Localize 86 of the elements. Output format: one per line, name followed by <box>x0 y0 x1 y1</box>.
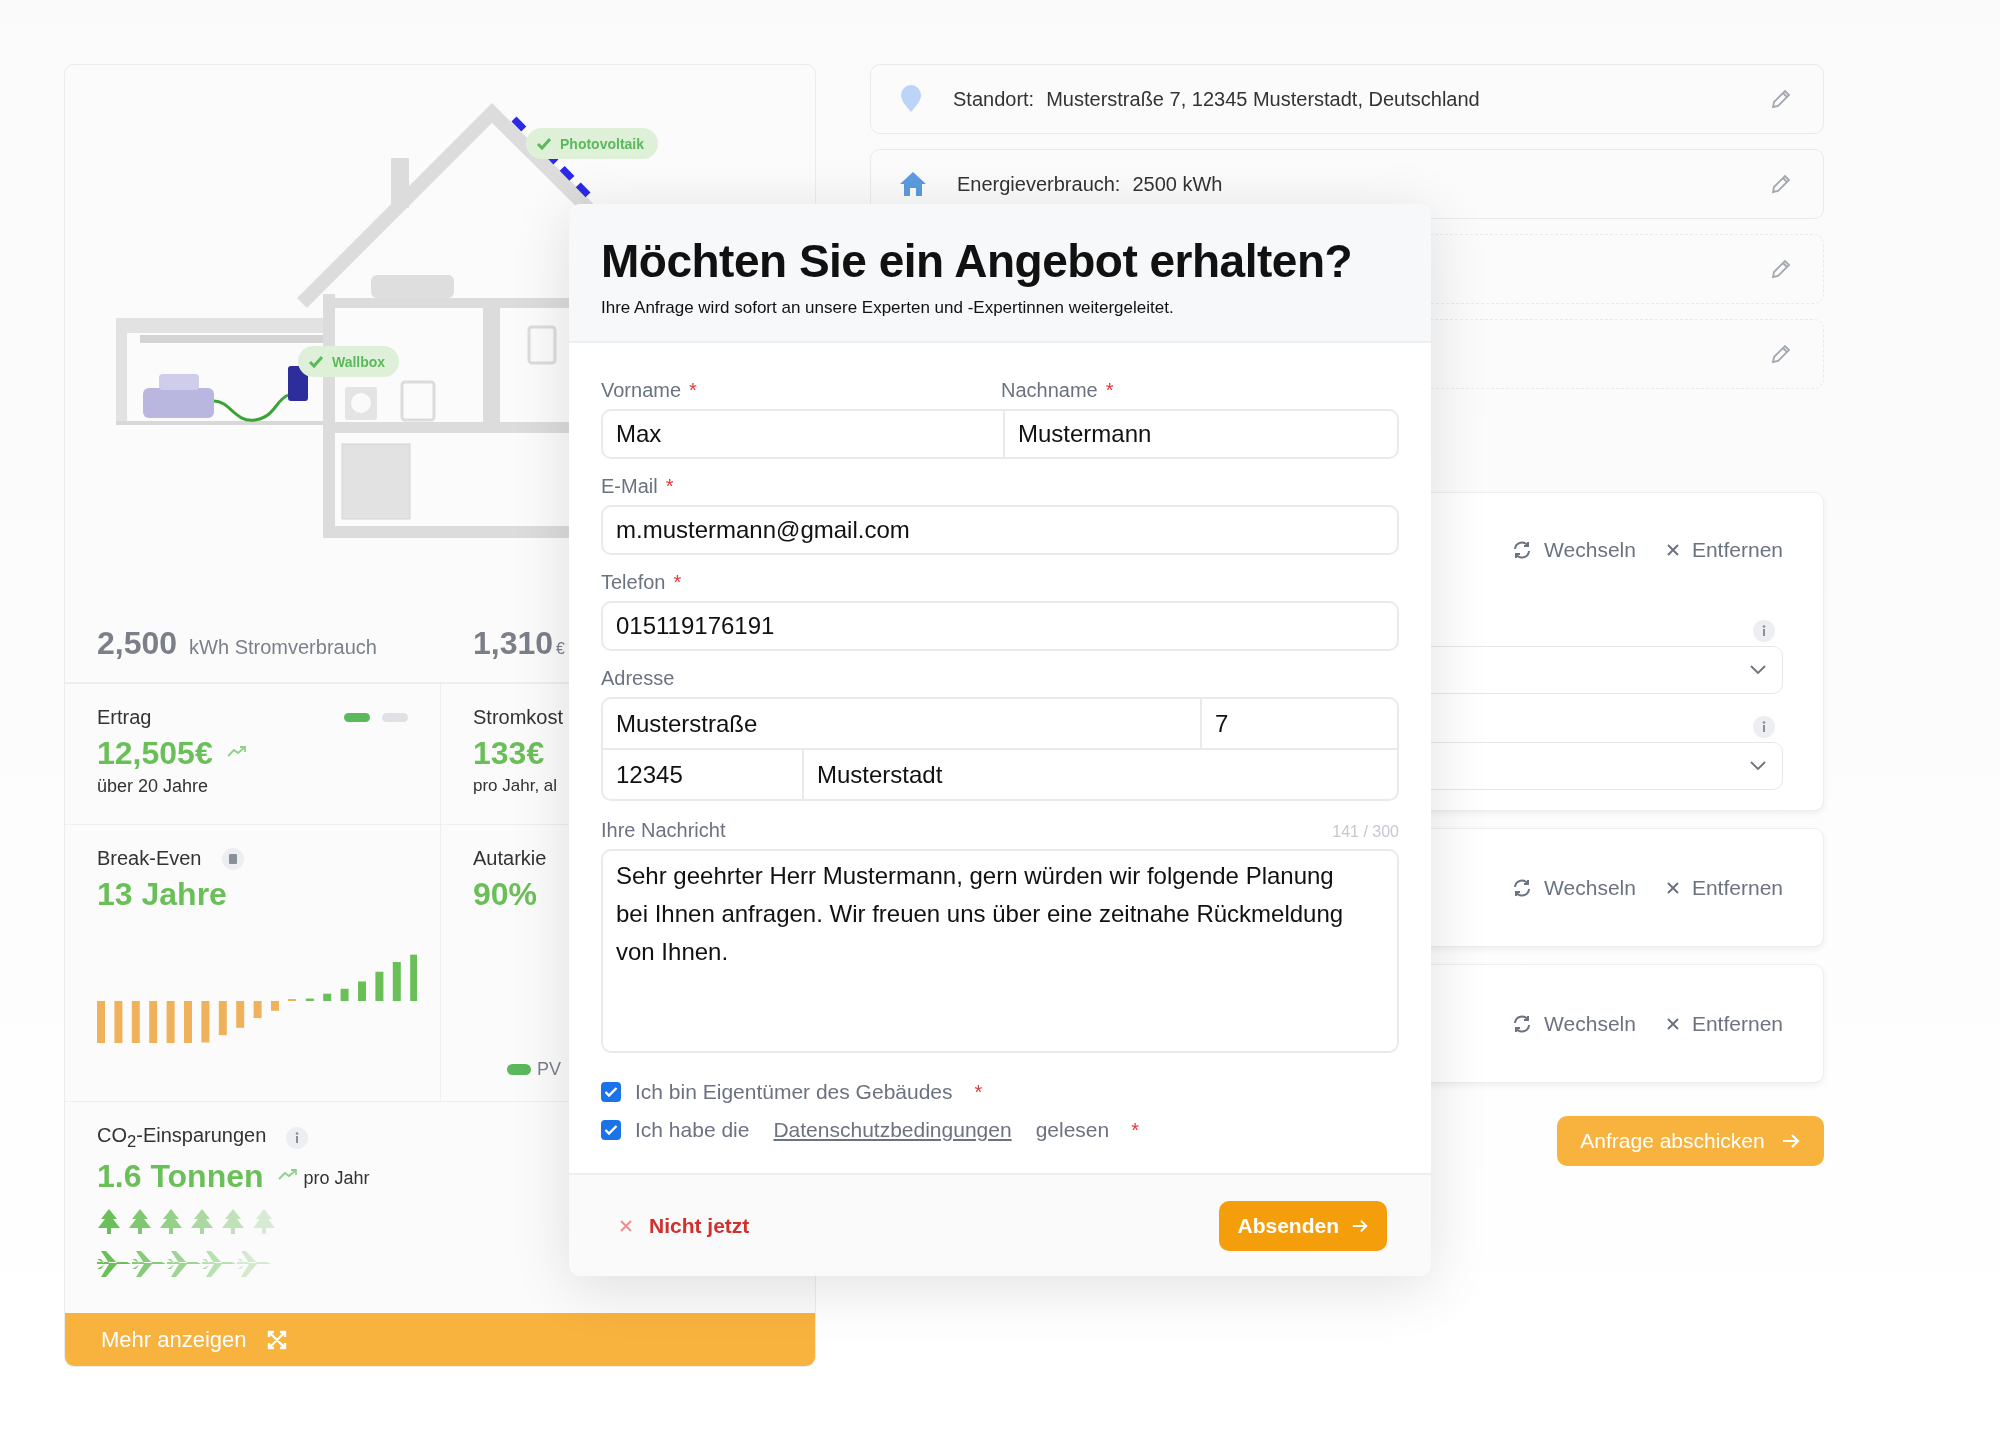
edit-icon[interactable] <box>1769 172 1793 196</box>
switch-button[interactable]: Wechseln <box>1512 538 1636 562</box>
checkbox[interactable] <box>601 1120 621 1140</box>
switch-button[interactable]: Wechseln <box>1512 1011 1636 1036</box>
arrow-right-icon <box>1351 1217 1369 1234</box>
field-label: Telefon <box>601 571 666 594</box>
field-label: Vorname <box>601 379 682 402</box>
expand-icon <box>266 1329 287 1350</box>
trend-up-icon <box>226 744 247 757</box>
pin-icon <box>899 85 923 113</box>
required-mark: * <box>1131 1118 1139 1142</box>
stat-note: über 20 Jahre <box>97 776 210 797</box>
stat-note: pro Jahr, al <box>473 776 559 796</box>
required-mark: * <box>689 379 697 402</box>
close-icon <box>619 1218 633 1233</box>
stat-value: 13 Jahre <box>97 876 228 913</box>
message-field[interactable]: Sehr geehrter Herr Mustermann, gern würden wir folgende Planung bei Ihnen anfragen. Wir freuen uns über eine zeitnahe Rückmeldung von Ihnen. <box>601 849 1399 1053</box>
character-counter: 141 / 300 <box>1332 823 1399 841</box>
close-icon <box>1665 1016 1680 1031</box>
summary-unit: € <box>556 640 565 658</box>
legend-label: PV <box>537 1059 561 1080</box>
remove-button[interactable]: Entfernen <box>1665 1011 1783 1036</box>
stat-value: 90% <box>473 876 539 913</box>
phone-field[interactable]: 015119176191 <box>601 601 1399 651</box>
checkbox-label: Ich bin Eigentümer des Gebäudes <box>635 1080 953 1104</box>
stat-label: CO$_{2}$-Einsparungen <box>97 1124 267 1152</box>
street-field[interactable]: Musterstraße <box>603 699 1200 748</box>
required-mark: * <box>1105 379 1114 402</box>
close-icon <box>1665 880 1680 895</box>
remove-button[interactable]: Entfernen <box>1665 875 1783 900</box>
document-icon <box>221 847 244 870</box>
stat-label: Autarkie <box>473 847 548 870</box>
summary-unit: kWh Stromverbrauch <box>189 636 377 659</box>
checkbox-label: Ich habe die <box>635 1118 750 1142</box>
feature-badge: Photovoltaik <box>526 128 658 159</box>
required-mark: * <box>974 1080 983 1104</box>
dialog-title: Möchten Sie ein Angebot erhalten? <box>601 234 1354 288</box>
switch-button[interactable]: Wechseln <box>1512 875 1636 900</box>
edit-icon[interactable] <box>1769 342 1793 366</box>
feature-badge: Wallbox <box>298 346 400 377</box>
remove-button[interactable]: Entfernen <box>1665 538 1783 562</box>
chevron-down-icon <box>1750 761 1766 771</box>
edit-icon[interactable] <box>1769 87 1793 111</box>
privacy-link[interactable]: Datenschutzbedingungen <box>773 1118 1012 1142</box>
summary-value: 2,500 <box>97 625 178 662</box>
arrow-right-icon <box>1780 1133 1801 1149</box>
info-icon[interactable] <box>1753 716 1775 738</box>
field-label: Nachname <box>1001 379 1098 402</box>
field-label: E-Mail <box>601 475 658 498</box>
refresh-icon <box>1512 540 1533 560</box>
stat-note: pro Jahr <box>303 1168 370 1189</box>
checkbox-label: gelesen <box>1035 1118 1110 1142</box>
email-field[interactable]: m.mustermann@gmail.com <box>601 505 1399 555</box>
info-label: Energieverbrauch: <box>957 172 1121 196</box>
trend-up-icon <box>277 1167 298 1180</box>
info-value: Musterstraße 7, 12345 Musterstadt, Deutschland <box>1046 87 1480 111</box>
info-icon[interactable] <box>286 1127 309 1149</box>
stat-label: Ertrag <box>97 706 152 729</box>
stat-value: 1.6 Tonnen <box>97 1158 264 1195</box>
legend-swatch <box>507 1064 531 1075</box>
chevron-down-icon <box>1750 665 1766 675</box>
city-field[interactable]: Musterstadt <box>802 750 1397 799</box>
summary-value: 1,310 <box>473 625 554 662</box>
check-icon <box>536 136 552 151</box>
house-number-field[interactable]: 7 <box>1200 699 1397 748</box>
refresh-icon <box>1512 877 1533 898</box>
field-label: Ihre Nachricht <box>601 819 726 842</box>
refresh-icon <box>1512 1013 1533 1034</box>
close-icon <box>1665 543 1680 557</box>
info-value: 2500 kWh <box>1132 172 1223 196</box>
info-label: Standort: <box>953 87 1035 111</box>
stat-value: 133€ <box>473 735 546 772</box>
edit-icon[interactable] <box>1769 257 1793 281</box>
stat-label: Stromkost <box>473 706 565 729</box>
required-mark: * <box>673 571 682 594</box>
info-icon[interactable] <box>1753 620 1775 642</box>
checkbox[interactable] <box>601 1082 621 1102</box>
field-label: Adresse <box>601 667 675 690</box>
zip-field[interactable]: 12345 <box>603 750 802 799</box>
stat-value: 12,505€ <box>97 735 213 772</box>
house-icon <box>899 171 927 197</box>
stat-label: Break-Even <box>97 847 202 870</box>
cancel-button[interactable]: Nicht jetzt <box>619 1213 750 1238</box>
dialog-subtitle: Ihre Anfrage wird sofort an unsere Experten und -Expertinnen weitergeleitet. <box>601 298 1175 318</box>
required-mark: * <box>665 475 674 498</box>
check-icon <box>308 354 324 369</box>
